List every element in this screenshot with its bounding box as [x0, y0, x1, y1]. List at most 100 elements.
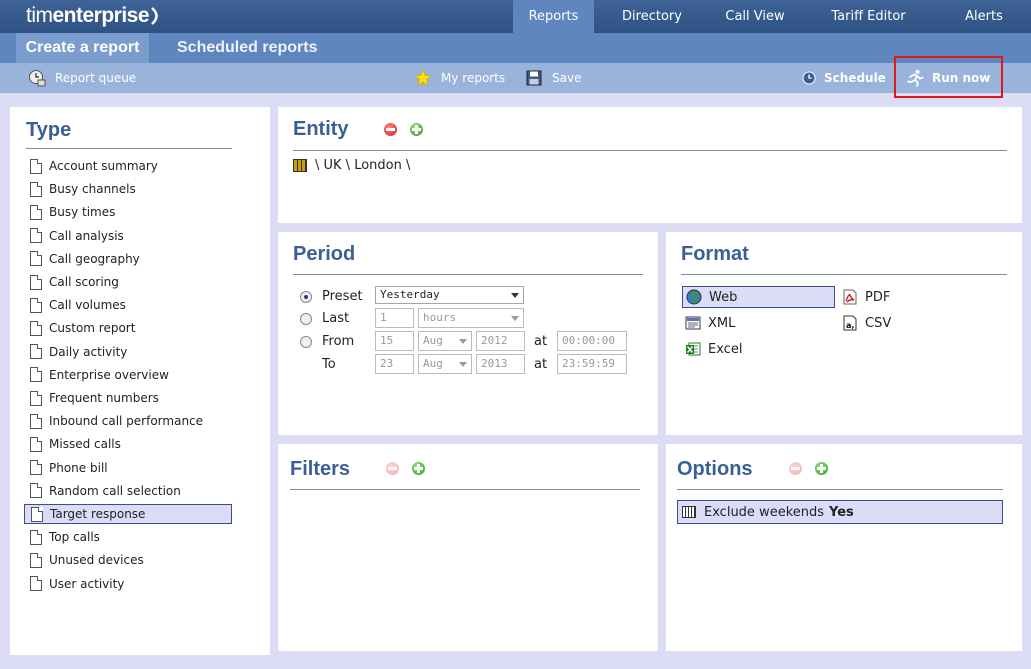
type-item-call-geography[interactable]: Call geography: [24, 249, 232, 269]
to-month-select[interactable]: Aug: [418, 354, 472, 374]
from-year-input[interactable]: 2012: [476, 331, 525, 351]
type-item-label: Missed calls: [49, 437, 121, 452]
document-icon: [30, 274, 42, 290]
type-item-label: Top calls: [49, 530, 100, 545]
options-title: Options: [677, 458, 753, 480]
logo-bold: enterprise: [52, 4, 150, 27]
period-divider: [293, 274, 643, 275]
type-item-enterprise-overview[interactable]: Enterprise overview: [24, 365, 232, 385]
my-reports-button[interactable]: My reports: [414, 63, 505, 93]
options-remove-icon[interactable]: [789, 462, 802, 475]
from-year: 2012: [481, 334, 508, 347]
format-xml[interactable]: XML: [685, 312, 735, 334]
tab-scheduled-reports[interactable]: Scheduled reports: [177, 33, 317, 63]
document-icon: [30, 158, 42, 174]
logo-swoosh-icon: [151, 7, 158, 25]
last-value-input[interactable]: 1: [375, 308, 414, 328]
schedule-button[interactable]: Schedule: [800, 63, 886, 93]
to-day: 23: [380, 357, 394, 370]
chevron-down-icon: [459, 362, 467, 367]
last-radio[interactable]: [300, 313, 312, 325]
format-csv[interactable]: a, CSV: [842, 312, 891, 334]
type-item-unused-devices[interactable]: Unused devices: [24, 550, 232, 570]
to-time-input[interactable]: 23:59:59: [557, 354, 627, 374]
document-icon: [30, 320, 42, 336]
pdf-icon: [842, 289, 858, 305]
type-item-call-analysis[interactable]: Call analysis: [24, 226, 232, 246]
chevron-down-icon: [511, 293, 519, 298]
type-item-account-summary[interactable]: Account summary: [24, 156, 232, 176]
last-unit-select[interactable]: hours: [418, 308, 524, 328]
format-web[interactable]: Web: [682, 286, 835, 308]
app-logo[interactable]: tim enterprise: [26, 3, 162, 29]
to-year: 2013: [481, 357, 508, 370]
from-at-label: at: [534, 334, 548, 349]
format-excel[interactable]: Excel: [685, 338, 742, 360]
last-unit: hours: [423, 311, 457, 324]
format-csv-label: CSV: [865, 315, 892, 331]
type-item-label: Random call selection: [49, 483, 181, 498]
type-item-daily-activity[interactable]: Daily activity: [24, 342, 232, 362]
csv-icon: a,: [842, 315, 858, 331]
type-item-missed-calls[interactable]: Missed calls: [24, 434, 232, 454]
type-item-frequent-numbers[interactable]: Frequent numbers: [24, 388, 232, 408]
type-item-custom-report[interactable]: Custom report: [24, 318, 232, 338]
nav-call-view[interactable]: Call View: [710, 0, 800, 33]
nav-tariff-editor[interactable]: Tariff Editor: [800, 0, 937, 33]
entity-path[interactable]: \ UK \ London \: [293, 158, 410, 173]
type-item-label: Busy channels: [49, 182, 136, 197]
report-queue-button[interactable]: Report queue: [28, 63, 136, 93]
clock-queue-icon: [28, 69, 46, 87]
type-item-random-call-selection[interactable]: Random call selection: [24, 481, 232, 501]
report-queue-label: Report queue: [55, 71, 137, 85]
nav-alerts[interactable]: Alerts: [937, 0, 1031, 33]
type-item-call-volumes[interactable]: Call volumes: [24, 295, 232, 315]
nav-directory[interactable]: Directory: [594, 0, 710, 33]
to-day-input[interactable]: 23: [375, 354, 414, 374]
from-month: Aug: [423, 334, 443, 347]
from-day: 15: [380, 334, 394, 347]
to-year-input[interactable]: 2013: [476, 354, 525, 374]
nav-reports[interactable]: Reports: [513, 0, 594, 33]
save-button[interactable]: Save: [525, 63, 581, 93]
document-icon: [30, 297, 42, 313]
type-item-inbound-call-performance[interactable]: Inbound call performance: [24, 411, 232, 431]
option-exclude-weekends[interactable]: Exclude weekends Yes: [677, 500, 1003, 524]
from-day-input[interactable]: 15: [375, 331, 414, 351]
options-add-icon[interactable]: [815, 462, 828, 475]
preset-select[interactable]: Yesterday: [375, 286, 524, 304]
entity-add-icon[interactable]: [410, 123, 423, 136]
filters-add-icon[interactable]: [412, 462, 425, 475]
tab-create-report[interactable]: Create a report: [16, 33, 149, 63]
from-time: 00:00:00: [562, 334, 615, 347]
type-item-call-scoring[interactable]: Call scoring: [24, 272, 232, 292]
from-time-input[interactable]: 00:00:00: [557, 331, 627, 351]
type-item-phone-bill[interactable]: Phone bill: [24, 458, 232, 478]
type-item-user-activity[interactable]: User activity: [24, 574, 232, 594]
type-item-top-calls[interactable]: Top calls: [24, 527, 232, 547]
entity-title: Entity: [293, 118, 349, 140]
filters-divider: [290, 489, 640, 490]
option-value: Yes: [829, 504, 854, 520]
from-radio[interactable]: [300, 336, 312, 348]
type-item-label: Target response: [50, 507, 146, 521]
document-icon: [30, 251, 42, 267]
report-toolbar: Report queue My reports Save Schedule Ru…: [0, 63, 1031, 93]
type-item-target-response[interactable]: Target response: [24, 504, 232, 524]
chevron-down-icon: [459, 339, 467, 344]
type-item-label: Call geography: [49, 251, 140, 266]
format-excel-label: Excel: [708, 341, 743, 357]
type-item-label: Call volumes: [49, 298, 126, 313]
schedule-label: Schedule: [824, 71, 886, 85]
preset-radio[interactable]: [300, 291, 312, 303]
format-pdf[interactable]: PDF: [842, 286, 890, 308]
type-item-busy-channels[interactable]: Busy channels: [24, 179, 232, 199]
type-item-busy-times[interactable]: Busy times: [24, 202, 232, 222]
filters-remove-icon[interactable]: [386, 462, 399, 475]
entity-remove-icon[interactable]: [384, 123, 397, 136]
my-reports-label: My reports: [441, 71, 506, 85]
from-label: From: [322, 334, 355, 349]
svg-text:a,: a,: [846, 321, 854, 330]
from-month-select[interactable]: Aug: [418, 331, 472, 351]
document-icon: [30, 552, 42, 568]
